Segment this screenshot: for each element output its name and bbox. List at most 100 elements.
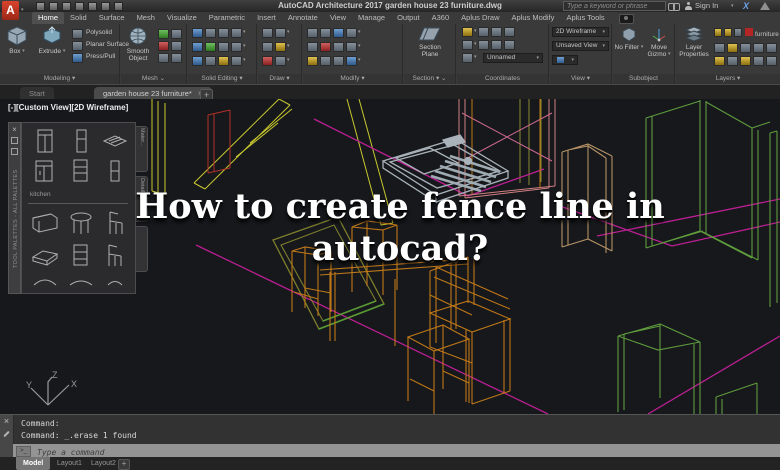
solid-editing-row3[interactable] [191,55,246,67]
solid-editing-row2[interactable] [191,41,246,53]
ribbon-tab-visualize[interactable]: Visualize [161,12,203,24]
ribbon-tab-annotate[interactable]: Annotate [282,12,324,24]
new-layout-button[interactable]: + [118,459,130,470]
command-close-icon[interactable]: × [0,415,13,427]
command-line-grip[interactable]: × [0,415,14,458]
tool-palette-titlebar[interactable]: × TOOL PALETTES - ALL PALETTES [8,122,21,294]
mesh-tools-row3[interactable] [157,52,183,64]
application-menu-caret-icon[interactable]: ▾ [21,7,24,13]
palette-close-icon[interactable]: × [11,126,18,134]
titlebar-caret-icon[interactable] [731,3,734,9]
ribbon-tab-aplus-tools[interactable]: Aplus Tools [560,12,610,24]
ribbon-tab-a360[interactable]: A360 [426,12,456,24]
visual-style-dropdown[interactable]: 2D Wireframe [552,27,609,37]
mesh-tools-row2[interactable] [157,40,183,52]
panel-label-coordinates[interactable]: Coordinates [457,74,548,84]
palette-properties-icon[interactable] [11,148,18,155]
panel-label-layers[interactable]: Layers ▾ [676,74,780,84]
panel-label-modeling[interactable]: Modeling ▾ [0,74,119,84]
palette-item[interactable] [100,157,132,185]
smooth-object-button[interactable]: Smooth Object [123,26,153,62]
ucs-name-dropdown[interactable]: Unnamed [483,53,543,63]
palette-item[interactable] [30,209,62,237]
viewport-controls[interactable]: [-][Custom View][2D Wireframe] [8,103,128,112]
current-layer-name[interactable]: furniture [755,31,779,38]
command-history[interactable]: Command: Command: _.erase 1 found [13,415,780,444]
undo-icon[interactable] [101,2,110,11]
palette-item[interactable] [66,127,98,155]
plot-icon[interactable] [88,2,97,11]
coordinates-row3[interactable] [461,52,477,64]
redo-icon[interactable] [114,2,123,11]
layer-tools-row1[interactable] [713,42,778,54]
palette-item[interactable] [100,127,132,155]
coordinates-row1[interactable] [461,26,516,38]
render-preset-icon[interactable] [618,14,634,24]
modify-row1[interactable] [306,27,361,39]
palette-autohide-icon[interactable] [11,137,18,144]
viewport-config-dropdown[interactable] [552,55,578,65]
draw-row1[interactable] [261,27,290,39]
palette-item[interactable] [66,273,98,289]
palette-item[interactable] [66,157,98,185]
no-filter-button[interactable]: No Filter [614,27,644,51]
mesh-tools-row1[interactable] [157,28,183,40]
save-icon[interactable] [62,2,71,11]
palette-tab-more[interactable] [136,226,148,272]
a360-icon[interactable]: X [743,0,749,12]
panel-label-solid-editing[interactable]: Solid Editing ▾ [188,74,256,84]
ribbon-tab-home[interactable]: Home [32,12,65,24]
ribbon-tab-aplus-modify[interactable]: Aplus Modify [506,12,561,24]
open-file-icon[interactable] [49,2,58,11]
layer-lock-icon[interactable] [734,28,742,37]
search-input[interactable] [563,1,666,11]
draw-row3[interactable] [261,55,290,67]
modify-row3[interactable] [306,55,361,67]
solid-editing-row1[interactable] [191,27,246,39]
application-menu-button[interactable]: A [2,1,19,20]
box-button[interactable]: Box [3,26,31,55]
ribbon-tab-view[interactable]: View [324,12,352,24]
draw-row2[interactable] [261,41,290,53]
named-view-dropdown[interactable]: Unsaved View [552,41,609,51]
palette-item[interactable] [100,241,132,269]
command-customize-wrench-icon[interactable] [3,430,10,438]
panel-label-subobject[interactable]: Subobject [613,74,674,84]
extrude-button[interactable]: Extrude [36,26,68,55]
save-as-icon[interactable] [75,2,84,11]
ribbon-tab-solid[interactable]: Solid [64,12,93,24]
palette-item[interactable] [30,157,62,185]
ribbon-tab-parametric[interactable]: Parametric [203,12,251,24]
move-gizmo-button[interactable]: Move Gizmo [645,27,673,58]
panel-label-section[interactable]: Section ▾ ⌄ [404,74,455,84]
palette-item[interactable] [30,127,62,155]
palette-item[interactable] [66,209,98,237]
ribbon-tab-output[interactable]: Output [391,12,426,24]
layer-on-bulb-icon[interactable] [714,28,722,37]
modify-row2[interactable] [306,41,361,53]
layer-color-swatch[interactable] [745,27,753,36]
panel-label-mesh[interactable]: Mesh ⌄ [121,74,186,84]
panel-label-draw[interactable]: Draw ▾ [258,74,301,84]
layer-tools-row2[interactable] [713,55,778,67]
sign-in-icon[interactable] [685,2,692,10]
ribbon-tab-aplus-draw[interactable]: Aplus Draw [455,12,505,24]
palette-tab-materials[interactable]: Mater... [136,126,148,172]
tab-model[interactable]: Model [16,457,51,470]
new-file-icon[interactable] [36,2,45,11]
ribbon-tab-surface[interactable]: Surface [93,12,131,24]
ribbon-tab-manage[interactable]: Manage [352,12,391,24]
section-plane-button[interactable]: Section Plane [410,26,450,58]
panel-label-modify[interactable]: Modify ▾ [303,74,402,84]
palette-tab-details[interactable]: Detail... [136,176,148,222]
palette-item[interactable] [66,241,98,269]
ribbon-tab-insert[interactable]: Insert [251,12,282,24]
palette-item[interactable] [30,241,62,269]
ribbon-tab-mesh[interactable]: Mesh [131,12,161,24]
palette-item[interactable] [100,273,132,289]
search-icon[interactable] [668,3,680,11]
layer-freeze-sun-icon[interactable] [724,28,732,37]
panel-label-view[interactable]: View ▾ [550,74,611,84]
layer-properties-button[interactable]: Layer Properties [677,26,711,58]
sign-in-label[interactable]: Sign In [695,0,718,12]
